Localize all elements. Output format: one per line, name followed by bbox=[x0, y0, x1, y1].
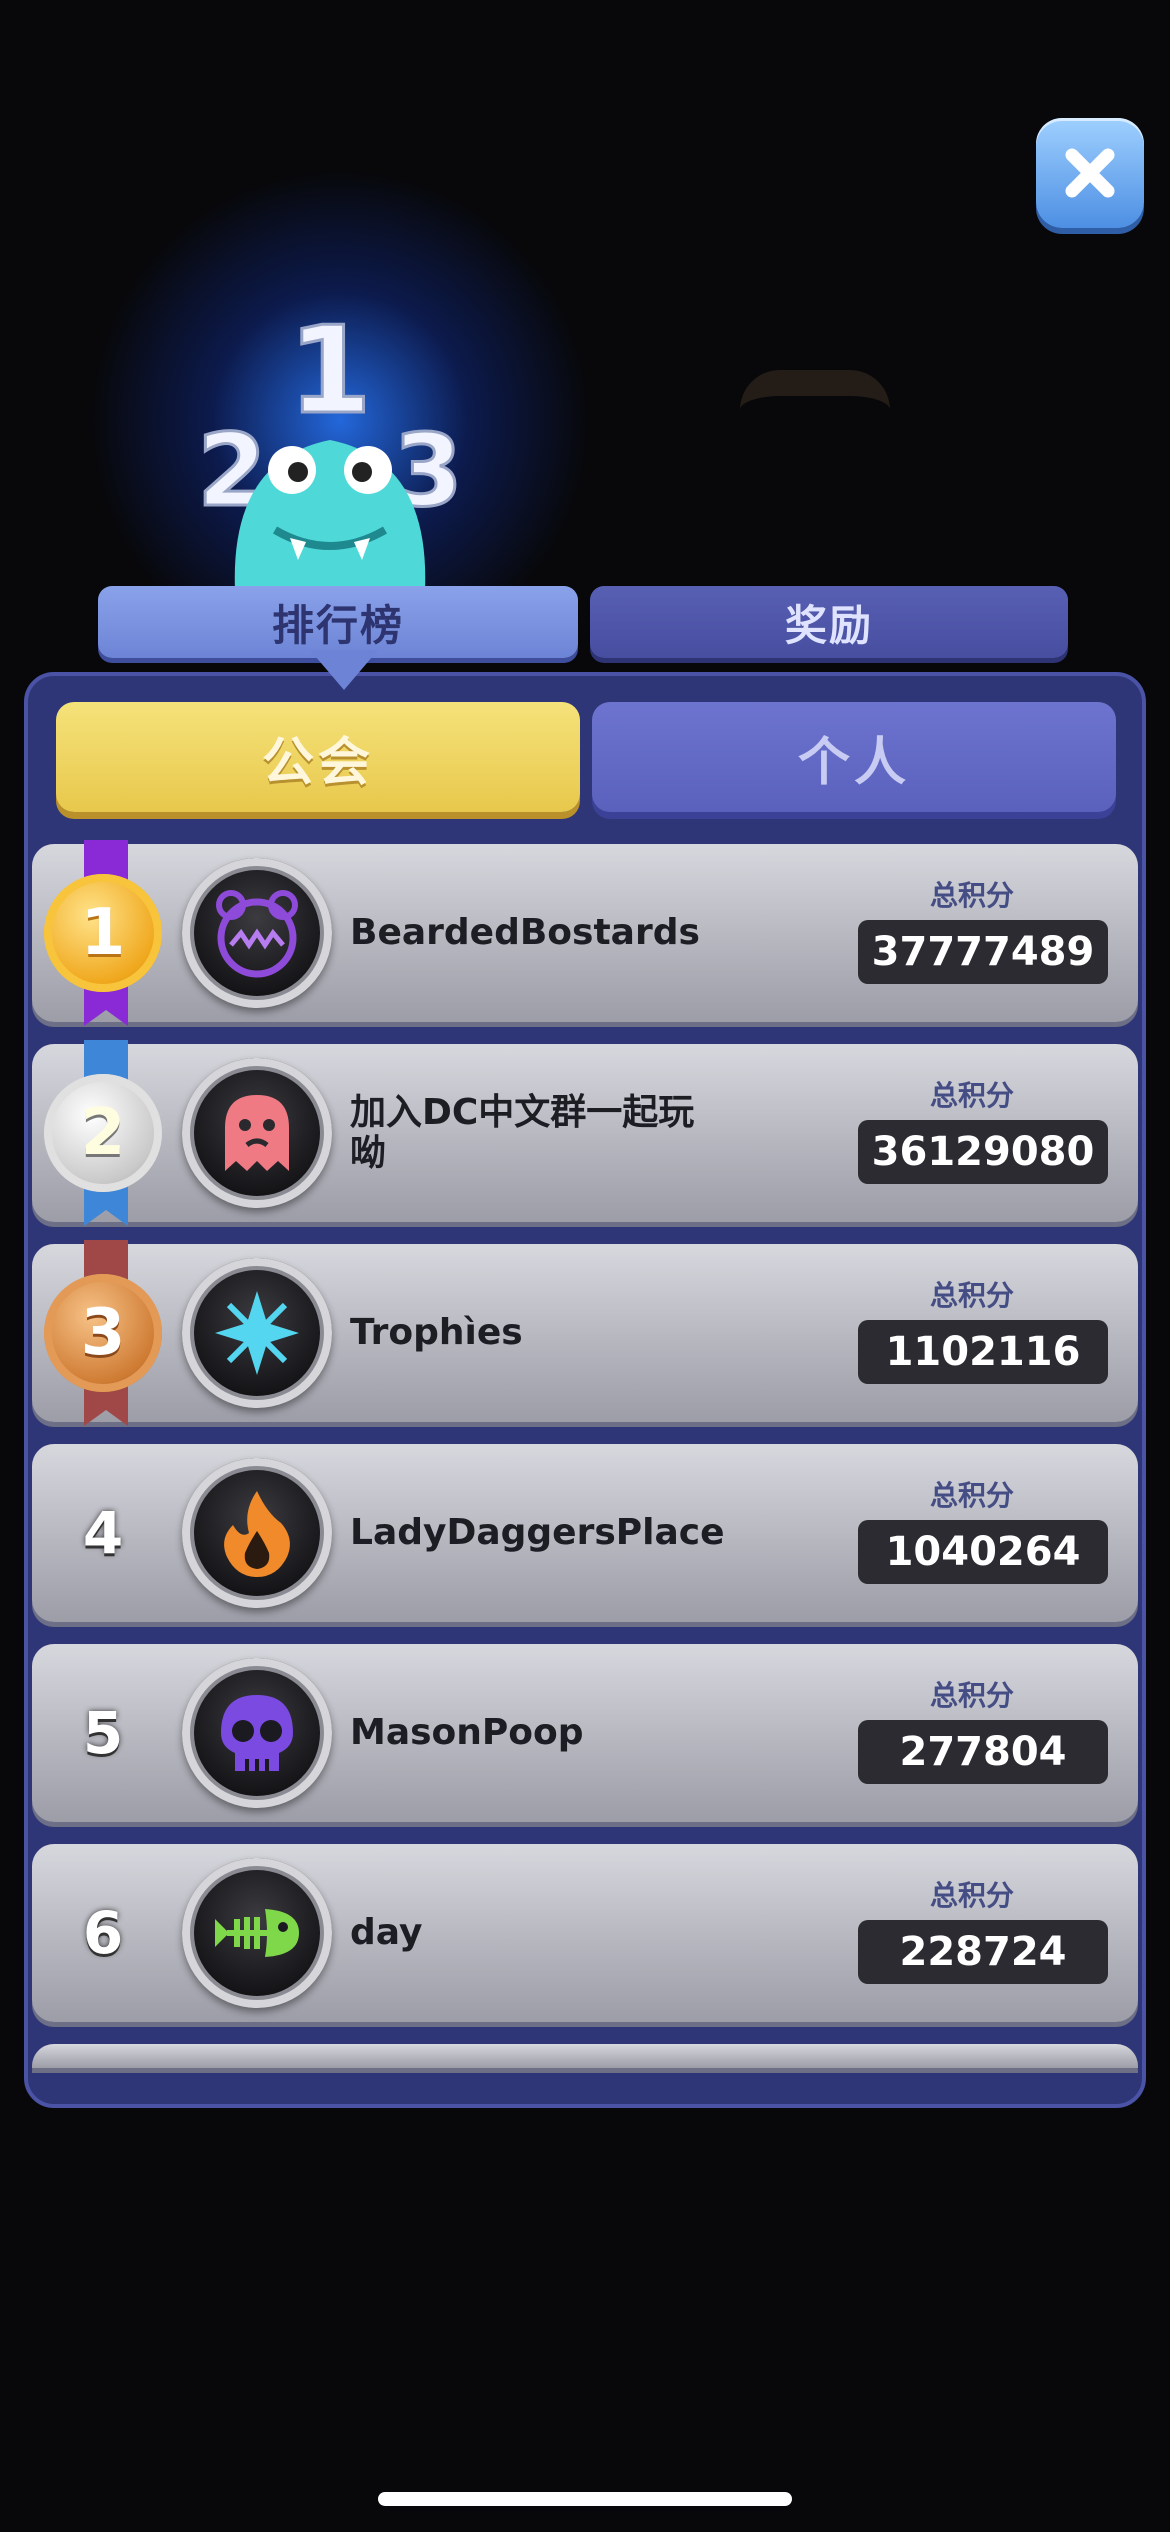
segment-guild[interactable]: 公会 bbox=[56, 702, 580, 812]
leaderboard-row-4[interactable]: 4 LadyDaggersPlace 总积分 1040264 bbox=[32, 1444, 1138, 1622]
orange-flame-icon bbox=[224, 1491, 290, 1577]
bronze-medal-icon: 3 bbox=[44, 1274, 162, 1392]
score-value: 36129080 bbox=[858, 1120, 1108, 1184]
guild-name: day bbox=[350, 1912, 423, 1954]
score-value: 228724 bbox=[858, 1920, 1108, 1984]
tab-pointer bbox=[310, 650, 378, 690]
rank-number: 5 bbox=[82, 1699, 124, 1767]
guild-emblem bbox=[182, 1458, 332, 1608]
score-label: 总积分 bbox=[929, 1879, 1014, 1912]
score-label: 总积分 bbox=[929, 879, 1014, 912]
tab-leaderboard[interactable]: 排行榜 bbox=[98, 586, 578, 658]
score-label: 总积分 bbox=[929, 1479, 1014, 1512]
guild-emblem bbox=[182, 1858, 332, 2008]
rank-number: 4 bbox=[82, 1499, 124, 1567]
purple-skull-icon bbox=[221, 1695, 293, 1771]
guild-name: 加入DC中文群一起玩呦 bbox=[350, 1091, 695, 1174]
purple-bear-icon bbox=[216, 890, 298, 978]
close-icon bbox=[1065, 148, 1115, 198]
score-value: 1102116 bbox=[858, 1320, 1108, 1384]
score-value: 37777489 bbox=[858, 920, 1108, 984]
cyan-star-icon bbox=[215, 1291, 299, 1375]
score-label: 总积分 bbox=[929, 1079, 1014, 1112]
guild-name: MasonPoop bbox=[350, 1712, 584, 1754]
mascot-number-1: 1 bbox=[288, 302, 372, 441]
rank-number: 6 bbox=[82, 1899, 124, 1967]
score-value: 277804 bbox=[858, 1720, 1108, 1784]
tab-rewards[interactable]: 奖励 bbox=[590, 586, 1068, 658]
segment-personal[interactable]: 个人 bbox=[592, 702, 1116, 812]
guild-name: Trophìes bbox=[350, 1312, 523, 1354]
pink-ghost-icon bbox=[225, 1095, 289, 1171]
background-blur-shape bbox=[740, 370, 890, 486]
home-indicator[interactable] bbox=[378, 2492, 792, 2506]
leaderboard-row-6[interactable]: 6 day 总积分 228724 bbox=[32, 1844, 1138, 2022]
leaderboard-panel: 公会 个人 1 BeardedBostards 总积分 37777489 2 加… bbox=[24, 672, 1146, 2108]
leaderboard-row-7-partial[interactable] bbox=[32, 2044, 1138, 2068]
trophy-monster-icon: 1 2 3 bbox=[196, 301, 464, 590]
close-button[interactable] bbox=[1036, 118, 1144, 228]
leaderboard-row-2[interactable]: 2 加入DC中文群一起玩呦 总积分 36129080 bbox=[32, 1040, 1138, 1226]
guild-name: BeardedBostards bbox=[350, 912, 700, 954]
leaderboard-row-5[interactable]: 5 MasonPoop 总积分 277804 bbox=[32, 1644, 1138, 1822]
guild-emblem bbox=[182, 1258, 332, 1408]
score-label: 总积分 bbox=[929, 1279, 1014, 1312]
guild-emblem bbox=[182, 1658, 332, 1808]
guild-emblem bbox=[182, 1058, 332, 1208]
score-value: 1040264 bbox=[858, 1520, 1108, 1584]
silver-medal-icon: 2 bbox=[44, 1074, 162, 1192]
guild-name: LadyDaggersPlace bbox=[350, 1512, 725, 1554]
leaderboard-row-3[interactable]: 3 Trophìes 总积分 1102116 bbox=[32, 1240, 1138, 1426]
gold-medal-icon: 1 bbox=[44, 874, 162, 992]
leaderboard-row-1[interactable]: 1 BeardedBostards 总积分 37777489 bbox=[32, 840, 1138, 1026]
guild-emblem bbox=[182, 858, 332, 1008]
green-fish-icon bbox=[215, 1909, 299, 1957]
score-label: 总积分 bbox=[929, 1679, 1014, 1712]
